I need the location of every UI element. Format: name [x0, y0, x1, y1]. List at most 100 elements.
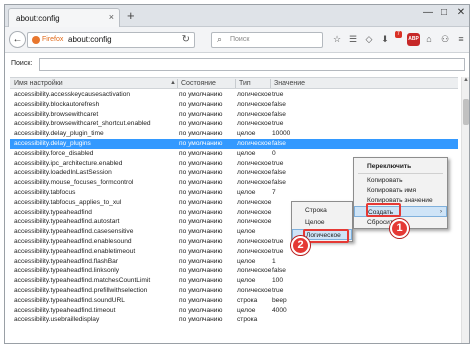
pref-status-cell: по умолчанию	[179, 140, 223, 147]
minimize-button[interactable]: —	[421, 7, 435, 18]
pref-value-cell: false	[272, 110, 286, 118]
pref-value-cell: true	[272, 120, 284, 128]
table-row[interactable]: accessibility.typeaheadfind.matchesCount…	[10, 276, 458, 286]
table-row[interactable]: accessibility.typeaheadfind.enablesound п…	[10, 237, 458, 247]
table-row[interactable]: accessibility.typeaheadfind.timeout по ум…	[10, 306, 458, 316]
pref-name-cell: accessibility.delay_plugin_time	[14, 130, 104, 138]
pref-status-cell: по умолчанию	[179, 159, 223, 167]
reader-list-icon[interactable]: ☰	[347, 34, 359, 45]
pref-type-cell: логическое	[237, 169, 272, 177]
pref-name-cell: accessibility.typeaheadfind.autostart	[14, 218, 120, 226]
pref-type-cell: логическое	[237, 91, 272, 98]
star-icon[interactable]: ☆	[331, 34, 343, 45]
navigation-bar: ← Firefox about:config ↻ ⌕ Поиск ☆ ☰ ◇ ⬇…	[5, 27, 469, 53]
back-button[interactable]: ←	[9, 31, 26, 48]
adblock-icon[interactable]: ABP	[407, 33, 420, 46]
reload-icon[interactable]: ↻	[182, 34, 190, 45]
table-row[interactable]: accessibility.typeaheadfind.linksonly по …	[10, 266, 458, 276]
column-header-type[interactable]: Тип	[239, 80, 251, 87]
pref-name-cell: accessibility.browsewithcaret_shortcut.e…	[14, 120, 151, 128]
scroll-up-icon[interactable]: ▲	[462, 77, 469, 83]
pref-type-cell: логическое	[237, 267, 272, 275]
table-row[interactable]: accessibility.browsewithcaret_shortcut.e…	[10, 119, 458, 129]
column-header-value[interactable]: Значение	[274, 80, 305, 87]
table-row[interactable]: accessibility.browsewithcaret по умолчани…	[10, 110, 458, 120]
table-row[interactable]: accessibility.delay_plugin_time по умолча…	[10, 129, 458, 139]
filter-label: Поиск:	[11, 60, 33, 67]
pref-value-cell: 0	[272, 149, 276, 157]
search-input[interactable]: ⌕ Поиск	[211, 32, 323, 48]
table-row[interactable]: accessibility.typeaheadfind.prefillwiths…	[10, 286, 458, 296]
pref-status-cell: по умолчанию	[179, 120, 223, 128]
menu-icon[interactable]: ≡	[455, 34, 467, 44]
submenu-item-string[interactable]: Строка	[292, 205, 352, 216]
pref-status-cell: по умолчанию	[179, 179, 223, 187]
pref-status-cell: по умолчанию	[179, 296, 223, 304]
table-row[interactable]: accessibility.typeaheadfind.soundURL по у…	[10, 296, 458, 306]
scroll-thumb[interactable]	[463, 99, 469, 125]
menu-item-toggle[interactable]: Переключить	[354, 161, 447, 172]
pref-status-cell: по умолчанию	[179, 277, 223, 285]
pref-status-cell: по умолчанию	[179, 247, 223, 255]
close-window-button[interactable]: ✕	[454, 7, 468, 18]
table-row[interactable]: accessibility.accesskeycausesactivation п…	[10, 90, 458, 100]
pref-type-cell: строка	[237, 316, 258, 324]
url-text[interactable]: about:config	[68, 35, 112, 44]
filter-input[interactable]	[39, 58, 465, 71]
vertical-scrollbar[interactable]: ▲	[461, 77, 469, 343]
download-icon[interactable]: ⬇	[379, 34, 391, 45]
column-divider[interactable]	[177, 79, 178, 88]
pref-name-cell: accessibility.typeaheadfind.soundURL	[14, 296, 125, 304]
pref-status-cell: по умолчанию	[179, 218, 223, 226]
pref-value-cell: false	[272, 140, 286, 147]
maximize-button[interactable]: □	[437, 7, 451, 18]
pref-name-cell: accessibility.typeaheadfind.linksonly	[14, 267, 120, 275]
highlight-box-boolean	[303, 229, 349, 243]
tab-about-config[interactable]: about:config ×	[8, 8, 120, 27]
pref-value-cell: false	[272, 267, 286, 275]
column-divider[interactable]	[270, 79, 271, 88]
pref-value-cell: true	[272, 238, 284, 245]
pref-status-cell: по умолчанию	[179, 238, 223, 245]
pref-name-cell: accessibility.force_disabled	[14, 149, 94, 157]
url-bar[interactable]: Firefox about:config ↻	[27, 32, 195, 48]
pref-value-cell: true	[272, 247, 284, 255]
table-row[interactable]: accessibility.typeaheadfind.enabletimeou…	[10, 247, 458, 257]
pref-type-cell: логическое	[237, 218, 272, 226]
pref-value-cell: true	[272, 159, 284, 167]
tab-close-icon[interactable]: ×	[109, 12, 114, 22]
callout-step-2: 2	[291, 236, 310, 255]
pref-status-cell: по умолчанию	[179, 110, 223, 118]
column-header-status[interactable]: Состояние	[181, 80, 216, 87]
pref-name-cell: accessibility.blockautorefresh	[14, 100, 100, 108]
table-row[interactable]: accessibility.delay_plugins по умолчанию л…	[10, 139, 458, 149]
table-row[interactable]: accessibility.usebrailledisplay по умолча…	[10, 315, 458, 325]
column-divider[interactable]	[235, 79, 236, 88]
column-header-name[interactable]: Имя настройки	[14, 80, 63, 87]
pref-value-cell: true	[272, 287, 284, 294]
pref-type-cell: логическое	[237, 287, 272, 294]
pocket-icon[interactable]: ◇	[363, 34, 375, 45]
table-row[interactable]: accessibility.blockautorefresh по умолчан…	[10, 100, 458, 110]
pref-type-cell: логическое	[237, 238, 272, 245]
pref-value-cell: 10000	[272, 130, 291, 138]
pref-status-cell: по умолчанию	[179, 287, 223, 294]
pref-type-cell: целое	[237, 189, 256, 196]
pref-type-cell: строка	[237, 296, 258, 304]
pref-name-cell: accessibility.browsewithcaret	[14, 110, 99, 118]
pref-name-cell: accessibility.tabfocus	[14, 189, 76, 196]
pref-status-cell: по умолчанию	[179, 100, 223, 108]
new-tab-button[interactable]: +	[127, 8, 135, 24]
pref-type-cell: логическое	[237, 140, 272, 147]
pref-name-cell: accessibility.ipc_architecture.enabled	[14, 159, 123, 167]
pref-name-cell: accessibility.typeaheadfind	[14, 208, 92, 216]
identity-label: Firefox	[42, 36, 64, 43]
pref-name-cell: accessibility.typeaheadfind.prefillwiths…	[14, 287, 148, 294]
home-icon[interactable]: ⌂	[423, 34, 435, 44]
highlight-box-create	[366, 203, 401, 217]
table-row[interactable]: accessibility.typeaheadfind.flashBar по у…	[10, 257, 458, 267]
pref-status-cell: по умолчанию	[179, 316, 223, 324]
pref-name-cell: accessibility.typeaheadfind.matchesCount…	[14, 277, 151, 285]
submenu-item-integer[interactable]: Целое	[292, 217, 352, 228]
sync-icon[interactable]: ⚇	[439, 34, 451, 45]
